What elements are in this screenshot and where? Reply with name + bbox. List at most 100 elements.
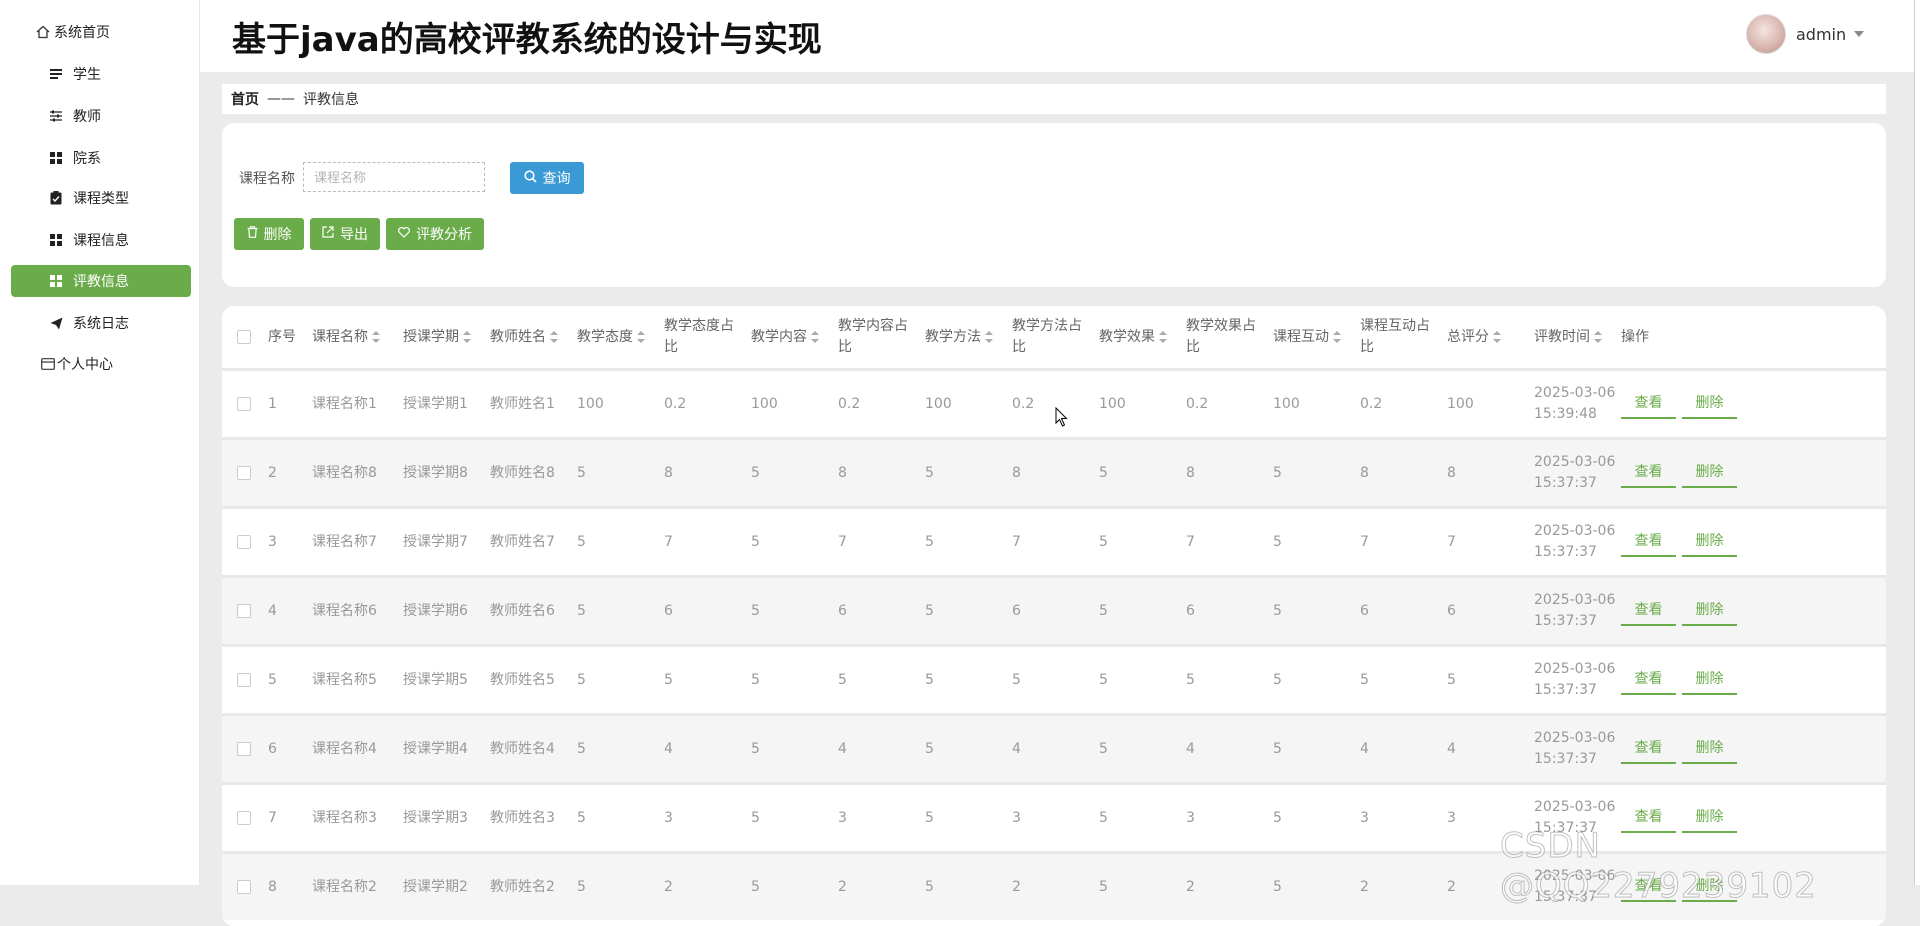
- table-cell: 授课学期5: [403, 671, 468, 688]
- export-button[interactable]: 导出: [310, 218, 380, 250]
- table-cell: 5: [1012, 671, 1021, 688]
- sidebar-item-home[interactable]: 系统首页: [36, 16, 176, 48]
- sort-icon[interactable]: [1493, 331, 1501, 343]
- sort-icon[interactable]: [1333, 331, 1341, 343]
- table-cell: 5: [577, 602, 586, 619]
- sort-icon[interactable]: [637, 331, 645, 343]
- sidebar-item-courses[interactable]: 课程信息: [49, 224, 229, 256]
- breadcrumb-home[interactable]: 首页: [231, 89, 259, 109]
- table-cell: 1: [268, 395, 277, 412]
- row-checkbox[interactable]: [237, 604, 251, 618]
- column-header[interactable]: 授课学期: [401, 306, 488, 368]
- column-header[interactable]: 教学方法: [923, 306, 1010, 368]
- analysis-button[interactable]: 评教分析: [386, 218, 484, 250]
- table-cell: 6: [1360, 602, 1369, 619]
- column-header: 教学方法占比: [1010, 306, 1097, 368]
- table-cell: 5: [577, 671, 586, 688]
- sidebar-item-label: 系统首页: [54, 25, 110, 41]
- user-menu[interactable]: admin: [1746, 14, 1865, 54]
- sort-icon[interactable]: [985, 331, 993, 343]
- row-checkbox[interactable]: [237, 742, 251, 756]
- row-checkbox[interactable]: [237, 673, 251, 687]
- sidebar-item-evaluations[interactable]: 评教信息: [11, 265, 191, 297]
- sort-icon[interactable]: [811, 331, 819, 343]
- table-cell: 3: [664, 809, 673, 826]
- select-all-checkbox[interactable]: [237, 330, 251, 344]
- sidebar-item-label: 课程信息: [73, 233, 129, 249]
- table-cell: 教师姓名6: [490, 602, 555, 619]
- course-name-input[interactable]: [303, 162, 485, 192]
- table-cell: 8: [1447, 464, 1456, 481]
- table-cell: 2: [1360, 878, 1369, 895]
- scrollbar[interactable]: [1914, 0, 1920, 885]
- column-header[interactable]: 教学效果: [1097, 306, 1184, 368]
- delete-button[interactable]: 删除: [234, 218, 304, 250]
- row-checkbox-cell: [222, 578, 266, 644]
- column-header[interactable]: 总评分: [1445, 306, 1532, 368]
- sidebar-item-profile[interactable]: 个人中心: [41, 348, 221, 380]
- column-header[interactable]: 教学内容: [749, 306, 836, 368]
- column-header[interactable]: 课程互动: [1271, 306, 1358, 368]
- sort-icon[interactable]: [463, 331, 471, 343]
- row-checkbox[interactable]: [237, 535, 251, 549]
- table-cell: 4: [1360, 740, 1369, 757]
- view-button[interactable]: 查看: [1621, 734, 1676, 764]
- table-cell: 课程名称2: [312, 878, 377, 895]
- trash-icon: [247, 226, 258, 242]
- table-cell: 5: [838, 671, 847, 688]
- query-button[interactable]: 查询: [510, 162, 584, 194]
- row-checkbox[interactable]: [237, 397, 251, 411]
- row-delete-button[interactable]: 删除: [1682, 527, 1737, 557]
- view-button[interactable]: 查看: [1621, 389, 1676, 419]
- sort-icon[interactable]: [1159, 331, 1167, 343]
- row-delete-button[interactable]: 删除: [1682, 734, 1737, 764]
- row-delete-button[interactable]: 删除: [1682, 596, 1737, 626]
- table-cell: 5: [1273, 533, 1282, 550]
- view-button[interactable]: 查看: [1621, 596, 1676, 626]
- column-header[interactable]: 教师姓名: [488, 306, 575, 368]
- table-cell: 6: [1012, 602, 1021, 619]
- sidebar-item-teachers[interactable]: 教师: [49, 100, 229, 132]
- column-header: 教学态度占比: [662, 306, 749, 368]
- table-cell: 7: [1186, 533, 1195, 550]
- column-header[interactable]: 教学态度: [575, 306, 662, 368]
- row-delete-button[interactable]: 删除: [1682, 665, 1737, 695]
- table-cell: 2: [838, 878, 847, 895]
- view-button[interactable]: 查看: [1621, 527, 1676, 557]
- table-cell: 5: [577, 740, 586, 757]
- row-delete-button[interactable]: 删除: [1682, 458, 1737, 488]
- table-cell: 5: [925, 602, 934, 619]
- row-checkbox[interactable]: [237, 880, 251, 894]
- table-cell: 授课学期8: [403, 464, 468, 481]
- table-cell: 100: [751, 395, 778, 412]
- column-header[interactable]: 评教时间: [1532, 306, 1619, 368]
- row-delete-button[interactable]: 删除: [1682, 389, 1737, 419]
- row-checkbox[interactable]: [237, 466, 251, 480]
- send-icon: [49, 316, 63, 330]
- table-cell: 5: [1273, 464, 1282, 481]
- table-header: 序号 课程名称 授课学期 教师姓名 教学态度 教学态度占比 教学内容 教学内容占比 教学方法 教学…: [222, 306, 1886, 368]
- sort-icon[interactable]: [550, 331, 558, 343]
- row-checkbox-cell: [222, 509, 266, 575]
- sidebar-item-departments[interactable]: 院系: [49, 142, 229, 174]
- table-cell: 4: [1447, 740, 1456, 757]
- column-header[interactable]: 课程名称: [310, 306, 401, 368]
- table-cell: 5: [925, 740, 934, 757]
- view-button[interactable]: 查看: [1621, 665, 1676, 695]
- sort-icon[interactable]: [372, 331, 380, 343]
- table-cell: 5: [1099, 809, 1108, 826]
- column-header-label: 授课学期: [403, 328, 459, 345]
- table-cell: 7: [268, 809, 277, 826]
- list-icon: [49, 67, 63, 81]
- table-cell: 0.2: [1360, 395, 1383, 412]
- chevron-down-icon: [1854, 31, 1865, 37]
- table-cell: 8: [1012, 464, 1021, 481]
- sidebar-item-label: 课程类型: [73, 191, 129, 207]
- sidebar-item-logs[interactable]: 系统日志: [49, 307, 229, 339]
- table-cell: 2: [268, 464, 277, 481]
- table-cell: 0.2: [1012, 395, 1035, 412]
- row-checkbox[interactable]: [237, 811, 251, 825]
- view-button[interactable]: 查看: [1621, 458, 1676, 488]
- sort-icon[interactable]: [1594, 331, 1602, 343]
- sidebar-item-course-types[interactable]: 课程类型: [49, 182, 229, 214]
